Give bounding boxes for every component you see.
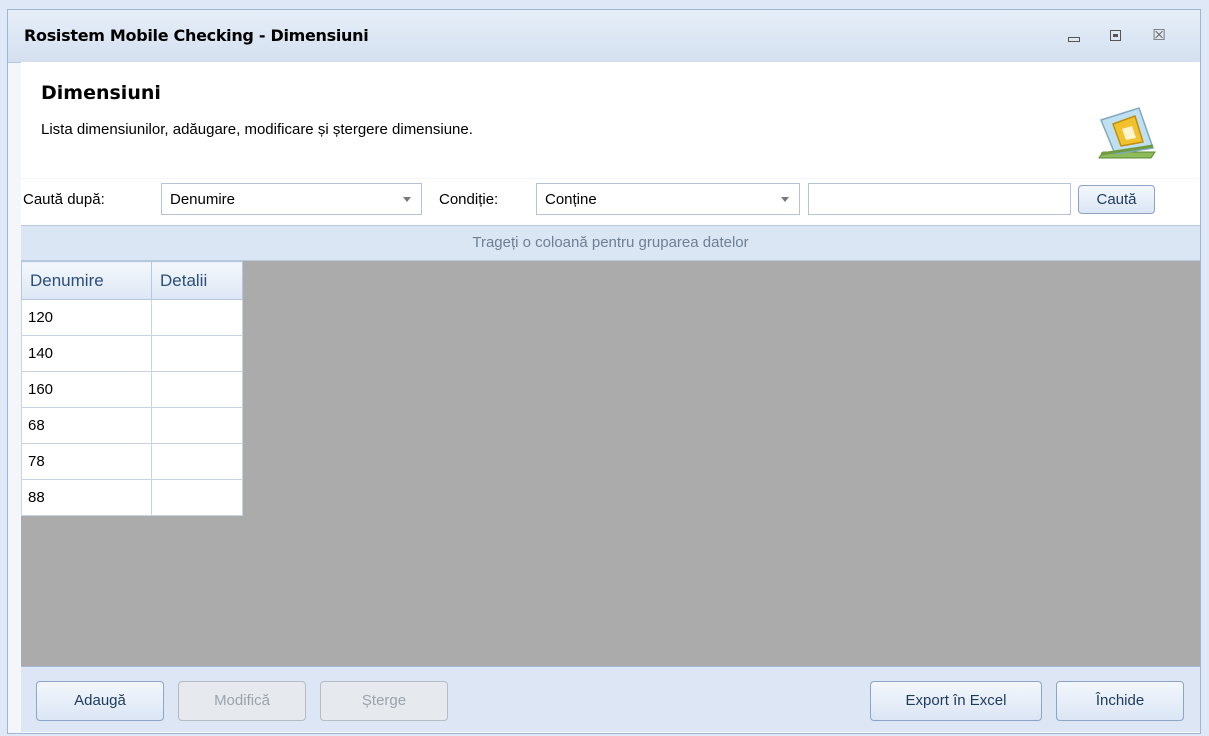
table-row[interactable]: 120 bbox=[21, 299, 243, 336]
search-by-value: Denumire bbox=[170, 191, 236, 208]
column-header-detalii[interactable]: Detalii bbox=[151, 261, 243, 300]
export-excel-button[interactable]: Export în Excel bbox=[870, 681, 1042, 721]
table-header-row: Denumire Detalii bbox=[21, 261, 243, 300]
delete-button[interactable]: Șterge bbox=[320, 681, 448, 721]
cell-denumire[interactable]: 140 bbox=[21, 335, 152, 372]
action-bar: Adaugă Modifică Șterge Export în Excel Î… bbox=[21, 666, 1200, 732]
cell-denumire[interactable]: 68 bbox=[21, 407, 152, 444]
table-row[interactable]: 88 bbox=[21, 479, 243, 516]
group-by-panel[interactable]: Trageți o coloană pentru gruparea datelo… bbox=[21, 225, 1200, 261]
table-row[interactable]: 140 bbox=[21, 335, 243, 372]
cell-detalii[interactable] bbox=[151, 443, 243, 480]
search-by-select[interactable]: Denumire bbox=[161, 183, 422, 215]
table-row[interactable]: 78 bbox=[21, 443, 243, 480]
minimize-icon[interactable] bbox=[1063, 26, 1085, 46]
ruler-triangle-icon bbox=[1098, 107, 1156, 159]
cell-denumire[interactable]: 78 bbox=[21, 443, 152, 480]
page-title: Dimensiuni bbox=[41, 82, 161, 104]
maximize-icon[interactable] bbox=[1105, 26, 1127, 46]
condition-select[interactable]: Conține bbox=[536, 183, 800, 215]
cell-detalii[interactable] bbox=[151, 335, 243, 372]
condition-value: Conține bbox=[545, 191, 597, 208]
add-button[interactable]: Adaugă bbox=[36, 681, 164, 721]
cell-detalii[interactable] bbox=[151, 407, 243, 444]
chevron-down-icon[interactable] bbox=[403, 197, 411, 202]
window-title: Rosistem Mobile Checking - Dimensiuni bbox=[24, 26, 369, 45]
page-description: Lista dimensiunilor, adăugare, modificar… bbox=[41, 121, 473, 138]
table-row[interactable]: 68 bbox=[21, 407, 243, 444]
title-bar[interactable]: Rosistem Mobile Checking - Dimensiuni ☒ bbox=[8, 10, 1200, 63]
column-header-denumire[interactable]: Denumire bbox=[21, 261, 152, 300]
search-button[interactable]: Caută bbox=[1078, 185, 1155, 214]
data-grid: Denumire Detalii 120 140 160 68 78 88 bbox=[21, 261, 1200, 666]
search-input[interactable] bbox=[808, 183, 1071, 215]
close-icon[interactable]: ☒ bbox=[1148, 26, 1170, 46]
cell-detalii[interactable] bbox=[151, 371, 243, 408]
cell-detalii[interactable] bbox=[151, 479, 243, 516]
close-button[interactable]: Închide bbox=[1056, 681, 1184, 721]
chevron-down-icon[interactable] bbox=[781, 197, 789, 202]
search-by-label: Caută după: bbox=[23, 191, 105, 208]
header-panel: Dimensiuni Lista dimensiunilor, adăugare… bbox=[21, 62, 1200, 178]
cell-denumire[interactable]: 88 bbox=[21, 479, 152, 516]
search-bar: Caută după: Denumire Condiție: Conține C… bbox=[21, 179, 1200, 225]
cell-denumire[interactable]: 160 bbox=[21, 371, 152, 408]
cell-detalii[interactable] bbox=[151, 299, 243, 336]
table-row[interactable]: 160 bbox=[21, 371, 243, 408]
modify-button[interactable]: Modifică bbox=[178, 681, 306, 721]
condition-label: Condiție: bbox=[439, 191, 499, 208]
cell-denumire[interactable]: 120 bbox=[21, 299, 152, 336]
dimensions-table: Denumire Detalii 120 140 160 68 78 88 bbox=[21, 261, 243, 516]
dimensions-window: Rosistem Mobile Checking - Dimensiuni ☒ … bbox=[7, 9, 1201, 734]
